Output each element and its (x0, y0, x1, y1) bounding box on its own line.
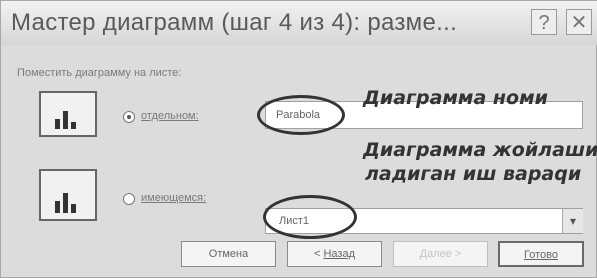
sheet-name-highlight-ellipse (257, 95, 345, 135)
chart-wizard-dialog: Мастер диаграмм (шаг 4 из 4): разме... ?… (0, 0, 597, 278)
close-button[interactable]: ✕ (566, 9, 592, 35)
existing-sheet-radio[interactable] (123, 193, 135, 205)
back-button[interactable]: < Назад (287, 241, 382, 267)
existing-sheet-label: имеющемся: (141, 192, 207, 204)
annotation-chart-name: Диаграмма номи (363, 87, 548, 109)
embedded-chart-icon (39, 169, 97, 221)
new-sheet-label: отдельном: (141, 110, 199, 122)
next-button[interactable]: Далее > (393, 241, 488, 267)
dialog-title: Мастер диаграмм (шаг 4 из 4): разме... (11, 9, 458, 36)
placement-group-label: Поместить диаграмму на листе: (17, 67, 182, 79)
finish-button-label: Готово (524, 249, 558, 261)
existing-sheet-highlight-ellipse (263, 195, 357, 239)
chevron-down-icon[interactable]: ▾ (562, 209, 583, 233)
annotation-placement-line1: Диаграмма жойлаши (363, 139, 597, 161)
new-sheet-radio[interactable] (123, 111, 135, 123)
finish-button[interactable]: Готово (498, 241, 584, 267)
back-button-label: Назад (323, 248, 355, 260)
chart-sheet-icon (39, 91, 97, 137)
title-bar: Мастер диаграмм (шаг 4 из 4): разме... ?… (1, 1, 597, 45)
help-button[interactable]: ? (531, 9, 557, 35)
cancel-button[interactable]: Отмена (181, 241, 276, 267)
annotation-placement-line2: ладиган иш вараqи (365, 163, 582, 185)
